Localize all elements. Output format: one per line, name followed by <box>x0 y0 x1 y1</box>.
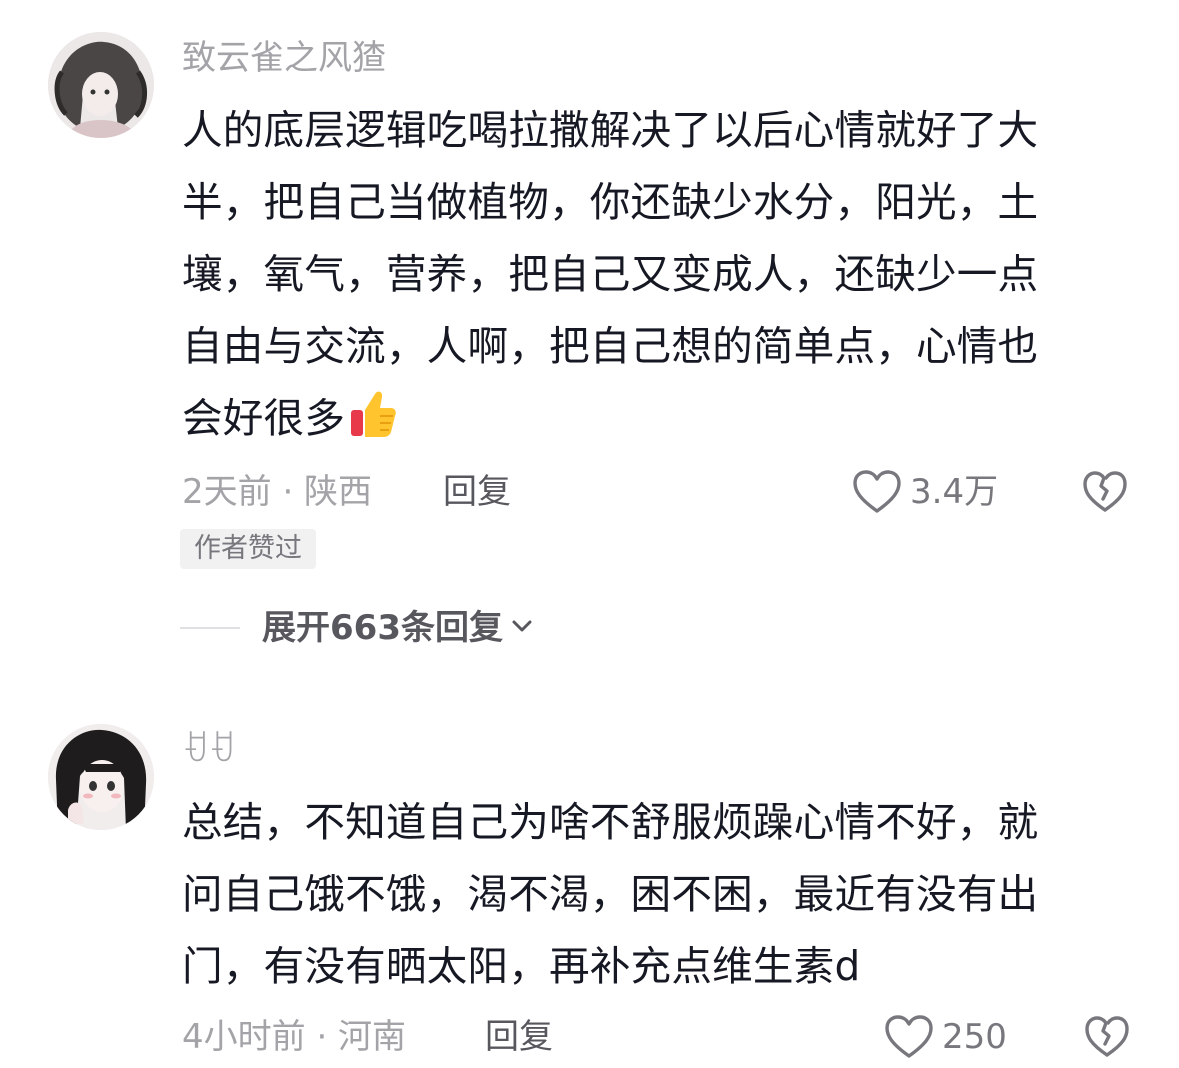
comment-line: 门，有没有晒太阳，再补充点维生素d <box>182 942 861 990</box>
dislike-button[interactable] <box>1084 1015 1130 1061</box>
like-button[interactable]: 250 <box>884 1014 1007 1060</box>
reply-button[interactable]: 回复 <box>443 472 511 512</box>
broken-heart-icon <box>1082 470 1128 516</box>
comment-line: 会好很多 <box>182 394 346 442</box>
time-location: 4小时前 · 河南 <box>182 1017 407 1057</box>
dislike-button[interactable] <box>1082 470 1128 516</box>
comment-line: 人的底层逻辑吃喝拉撒解决了以后心情就好了大 <box>182 106 1039 154</box>
divider <box>180 627 240 629</box>
avatar[interactable] <box>48 724 154 830</box>
username[interactable]: ꀀꀀ <box>182 730 235 770</box>
comment-text: 总结，不知道自己为啥不舒服烦躁心情不好，就 问自己饿不饿，渴不渴，困不困，最近有… <box>182 786 1107 1002</box>
thumbs-up-icon <box>349 388 397 440</box>
chevron-down-icon <box>503 613 535 643</box>
username[interactable]: 致云雀之风猹 <box>182 38 386 78</box>
time-location: 2天前 · 陕西 <box>182 472 373 512</box>
expand-replies-button[interactable]: 展开663条回复 <box>180 606 535 650</box>
comment-line: 自由与交流，人啊，把自己想的简单点，心情也 <box>182 322 1039 370</box>
comment-line: 总结，不知道自己为啥不舒服烦躁心情不好，就 <box>182 798 1039 846</box>
like-button[interactable]: 3.4万 <box>852 469 998 515</box>
reply-button[interactable]: 回复 <box>485 1017 553 1057</box>
comment-line: 壤，氧气，营养，把自己又变成人，还缺少一点 <box>182 250 1039 298</box>
like-count: 250 <box>942 1017 1007 1057</box>
comment-text: 人的底层逻辑吃喝拉撒解决了以后心情就好了大 半，把自己当做植物，你还缺少水分，阳… <box>182 94 1107 454</box>
broken-heart-icon <box>1084 1015 1130 1061</box>
expand-replies-label: 展开663条回复 <box>262 608 503 648</box>
heart-icon <box>884 1014 934 1060</box>
comment-line: 半，把自己当做植物，你还缺少水分，阳光，土 <box>182 178 1039 226</box>
avatar[interactable] <box>48 32 154 138</box>
heart-icon <box>852 469 902 515</box>
comment-line: 问自己饿不饿，渴不渴，困不困，最近有没有出 <box>182 870 1039 918</box>
author-liked-badge: 作者赞过 <box>180 529 316 569</box>
like-count: 3.4万 <box>910 472 999 512</box>
